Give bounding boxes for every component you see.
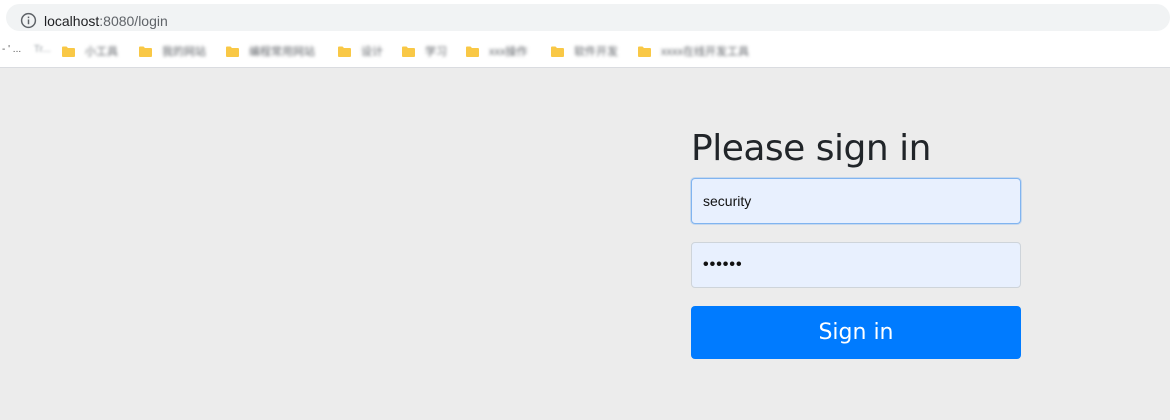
bookmark-first-blurred: Tr... [33, 44, 51, 55]
bookmark-label: 学习 [425, 46, 447, 58]
url-host: localhost [44, 13, 100, 29]
url-path: :8080/login [99, 13, 168, 29]
bookmark-label: 小工具 [85, 46, 118, 58]
folder-icon [226, 46, 239, 57]
bookmark-label: 我的网站 [162, 46, 206, 58]
folder-icon [139, 46, 152, 57]
bookmark-label: 设计 [361, 46, 383, 58]
bookmark-label: 软件开发 [574, 46, 618, 58]
bookmark-label: xxx操作 [489, 46, 528, 58]
url-field[interactable]: localhost:8080/login [6, 4, 1170, 31]
bookmark-label: xxxx在线开发工具 [661, 46, 749, 58]
bookmark-label: 编程常用网站 [249, 46, 315, 58]
folder-icon [338, 46, 351, 57]
bookmark-first-label: - ' ... [2, 44, 22, 55]
bookmark-folder[interactable]: xxxx在线开发工具 [638, 43, 749, 59]
bookmark-folder[interactable]: 我的网站 [139, 43, 206, 59]
folder-icon [466, 46, 479, 57]
bookmark-folder[interactable]: 软件开发 [551, 43, 618, 59]
bookmark-folder[interactable]: 学习 [402, 43, 447, 59]
sign-in-button[interactable]: Sign in [691, 306, 1021, 359]
bookmark-folder[interactable]: 小工具 [62, 43, 118, 59]
username-input[interactable]: security [691, 178, 1021, 224]
folder-icon [402, 46, 415, 57]
bookmarks-bar: - ' ... Tr... 小工具 我的网站 编程常用网站 设计 学习 xxx操… [0, 34, 1170, 68]
bookmark-folder[interactable]: xxx操作 [466, 43, 528, 59]
browser-address-bar: localhost:8080/login [0, 0, 1170, 34]
bookmark-folder[interactable]: 编程常用网站 [226, 43, 315, 59]
folder-icon [551, 46, 564, 57]
password-input[interactable]: •••••• [691, 242, 1021, 288]
bookmark-first[interactable]: - ' ... Tr... [2, 44, 51, 55]
bookmark-folder[interactable]: 设计 [338, 43, 383, 59]
url-text[interactable]: localhost:8080/login [44, 13, 168, 29]
page-title: Please sign in [691, 128, 931, 169]
folder-icon [638, 46, 651, 57]
folder-icon [62, 46, 75, 57]
info-icon[interactable] [20, 12, 37, 29]
